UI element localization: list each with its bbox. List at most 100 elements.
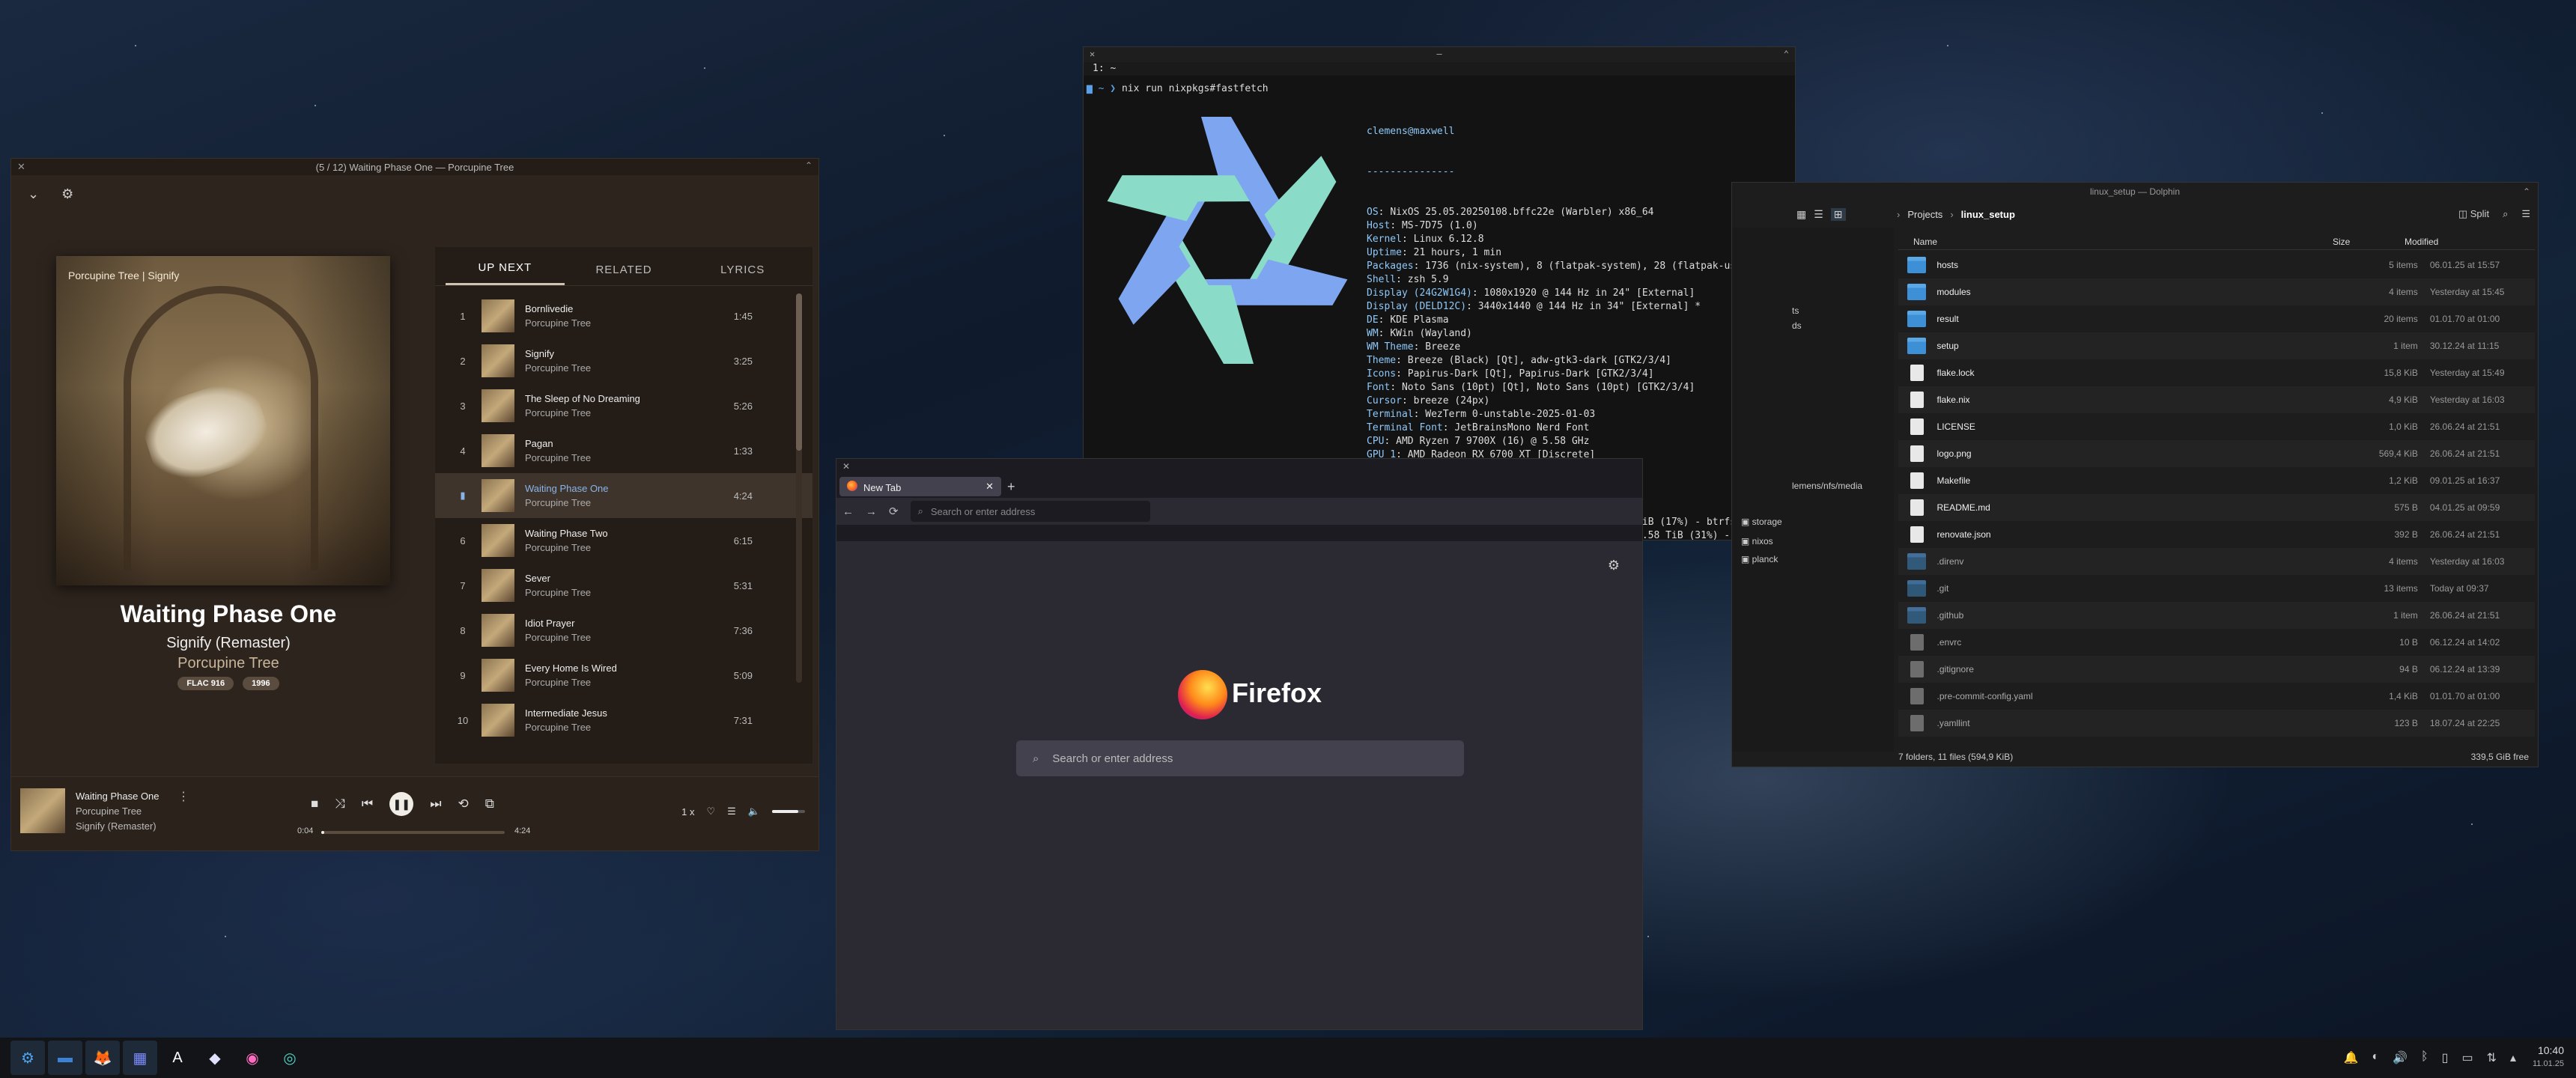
gear-icon[interactable]: ⚙ — [1608, 558, 1620, 573]
icons-view-icon[interactable]: ▦ — [1796, 208, 1806, 221]
file-row[interactable]: flake.nix 4,9 KiB Yesterday at 16:03 — [1898, 386, 2535, 413]
progress-bar[interactable] — [321, 831, 505, 834]
tab-related[interactable]: RELATED — [565, 264, 684, 285]
reload-icon[interactable]: ⟳ — [889, 505, 899, 518]
queue-item[interactable]: 4 Pagan Porcupine Tree 1:33 — [435, 428, 812, 473]
file-row[interactable]: logo.png 569,4 KiB 26.06.24 at 21:51 — [1898, 440, 2535, 467]
queue-item[interactable]: 1 Bornlivedie Porcupine Tree 1:45 — [435, 293, 812, 338]
search-input[interactable]: ⌕ Search or enter address — [1016, 740, 1464, 776]
file-row[interactable]: hosts 5 items 06.01.25 at 15:57 — [1898, 252, 2535, 278]
player-album[interactable]: Signify (Remaster) — [76, 820, 157, 832]
place-item[interactable]: ds — [1792, 320, 1802, 331]
file-row[interactable]: renovate.json 392 B 26.06.24 at 21:51 — [1898, 521, 2535, 548]
file-row[interactable]: .envrc 10 B 06.12.24 at 14:02 — [1898, 629, 2535, 656]
terminal-icon[interactable]: ▦ — [123, 1041, 157, 1075]
file-row[interactable]: .git 13 items Today at 09:37 — [1898, 575, 2535, 602]
file-row[interactable]: .github 1 item 26.06.24 at 21:51 — [1898, 602, 2535, 629]
breadcrumb[interactable]: › Projects › linux_setup — [1897, 209, 2015, 220]
place-item[interactable]: lemens/nfs/media — [1792, 481, 1862, 491]
volume-icon[interactable]: 🔊 — [2393, 1050, 2408, 1065]
queue-item[interactable]: 3 The Sleep of No Dreaming Porcupine Tre… — [435, 383, 812, 428]
display-icon[interactable]: ▭ — [2461, 1050, 2473, 1065]
volume-icon[interactable]: 🔈 — [748, 806, 760, 817]
color-app-icon[interactable]: ◉ — [235, 1041, 270, 1075]
player-icon[interactable]: ◎ — [273, 1041, 307, 1075]
minimize-icon[interactable]: – — [1436, 49, 1442, 59]
firefox-icon[interactable]: 🦊 — [85, 1041, 120, 1075]
notification-icon[interactable]: 🔔 — [2344, 1050, 2359, 1065]
close-icon[interactable]: ✕ — [842, 461, 850, 472]
crumb-linux-setup[interactable]: linux_setup — [1961, 209, 2015, 220]
chevron-down-icon[interactable]: ⌄ — [28, 186, 39, 202]
stop-icon[interactable]: ■ — [311, 797, 318, 811]
place-storage[interactable]: ▣ storage — [1741, 517, 1782, 527]
queue-item[interactable]: 2 Signify Porcupine Tree 3:25 — [435, 338, 812, 383]
now-playing-artist[interactable]: Porcupine Tree — [22, 655, 435, 672]
more-icon[interactable]: ⋮ — [177, 789, 189, 804]
close-icon[interactable]: ✕ — [1090, 47, 1095, 61]
music-player-window[interactable]: ✕ (5 / 12) Waiting Phase One — Porcupine… — [10, 158, 819, 851]
miniplayer-icon[interactable]: ⧉ — [485, 797, 494, 811]
speed-label[interactable]: 1 x — [681, 806, 694, 817]
pause-button[interactable]: ❚❚ — [389, 792, 414, 816]
queue-scrollbar[interactable] — [796, 293, 802, 683]
column-size[interactable]: Size — [2318, 234, 2393, 249]
steam-icon[interactable]: A — [160, 1041, 195, 1075]
terminal-titlebar[interactable]: ✕ – ⌃ — [1084, 47, 1795, 62]
forward-icon[interactable]: → — [866, 505, 877, 518]
close-icon[interactable]: ✕ — [17, 161, 25, 173]
terminal-tab[interactable]: 1: ~ — [1084, 62, 1795, 76]
file-manager-icon[interactable]: ▬ — [48, 1041, 82, 1075]
file-row[interactable]: README.md 575 B 04.01.25 at 09:59 — [1898, 494, 2535, 521]
now-playing-album[interactable]: Signify (Remaster) — [22, 635, 435, 652]
tab-up-next[interactable]: UP NEXT — [446, 261, 565, 285]
repeat-icon[interactable]: ⟲ — [458, 797, 469, 811]
music-titlebar[interactable]: ✕ (5 / 12) Waiting Phase One — Porcupine… — [11, 159, 818, 175]
search-icon[interactable]: ⌕ — [2503, 208, 2508, 220]
file-row[interactable]: modules 4 items Yesterday at 15:45 — [1898, 278, 2535, 305]
volume-slider[interactable] — [772, 810, 805, 813]
file-row[interactable]: Makefile 1,2 KiB 09.01.25 at 16:37 — [1898, 467, 2535, 494]
file-row[interactable]: .yamllint 123 B 18.07.24 at 22:25 — [1898, 710, 2535, 737]
network-icon[interactable]: ⇅ — [2487, 1050, 2497, 1065]
file-row[interactable]: .pre-commit-config.yaml 1,4 KiB 01.01.70… — [1898, 683, 2535, 710]
steam-icon[interactable]: ◐ — [2372, 1050, 2379, 1065]
queue-item[interactable]: ▮ Waiting Phase One Porcupine Tree 4:24 — [435, 473, 812, 518]
heart-icon[interactable]: ♡ — [707, 806, 716, 817]
maximize-icon[interactable]: ⌃ — [2523, 183, 2530, 201]
maximize-icon[interactable]: ⌃ — [805, 160, 812, 171]
next-icon[interactable]: ⏭ — [430, 797, 441, 811]
tab-lyrics[interactable]: LYRICS — [683, 264, 802, 285]
firefox-titlebar[interactable]: ✕ — [836, 459, 1642, 475]
battery-icon[interactable]: ▯ — [2442, 1050, 2449, 1065]
queue-item[interactable]: 8 Idiot Prayer Porcupine Tree 7:36 — [435, 608, 812, 653]
free-space[interactable]: 339,5 GiB free — [2471, 752, 2529, 762]
dolphin-window[interactable]: linux_setup — Dolphin ⌃ ▦ ☰ ⊞ › Projects… — [1731, 182, 2539, 767]
place-planck[interactable]: ▣ planck — [1741, 554, 1778, 564]
file-row[interactable]: setup 1 item 30.12.24 at 11:15 — [1898, 332, 2535, 359]
split-button[interactable]: ◫ Split — [2458, 208, 2489, 220]
shuffle-icon[interactable]: ⤨ — [335, 797, 345, 811]
clock[interactable]: 10:40 11.01.25 — [2533, 1044, 2564, 1071]
column-modified[interactable]: Modified — [2393, 234, 2512, 249]
close-tab-icon[interactable]: ✕ — [985, 481, 994, 493]
file-row[interactable]: flake.lock 15,8 KiB Yesterday at 15:49 — [1898, 359, 2535, 386]
file-row[interactable]: .direnv 4 items Yesterday at 16:03 — [1898, 548, 2535, 575]
music-icon[interactable]: ◆ — [198, 1041, 232, 1075]
player-title[interactable]: Waiting Phase One — [76, 791, 160, 802]
file-row[interactable]: LICENSE 1,0 KiB 26.06.24 at 21:51 — [1898, 413, 2535, 440]
dolphin-titlebar[interactable]: linux_setup — Dolphin ⌃ — [1732, 183, 2538, 201]
launcher-icon[interactable]: ⚙ — [10, 1041, 45, 1075]
maximize-icon[interactable]: ⌃ — [1784, 47, 1789, 61]
back-icon[interactable]: ← — [842, 505, 854, 518]
url-bar[interactable]: ⌕ Search or enter address — [910, 501, 1150, 522]
tab-new-tab[interactable]: New Tab ✕ — [839, 477, 1001, 496]
queue-item[interactable]: 10 Intermediate Jesus Porcupine Tree 7:3… — [435, 698, 812, 743]
menu-icon[interactable]: ☰ — [2521, 208, 2530, 220]
gear-icon[interactable]: ⚙ — [61, 186, 73, 202]
bluetooth-icon[interactable]: ᛒ — [2421, 1050, 2428, 1065]
player-artist[interactable]: Porcupine Tree — [76, 806, 142, 817]
queue-item[interactable]: 7 Sever Porcupine Tree 5:31 — [435, 563, 812, 608]
queue-item[interactable]: 6 Waiting Phase Two Porcupine Tree 6:15 — [435, 518, 812, 563]
crumb-projects[interactable]: Projects — [1907, 209, 1942, 220]
